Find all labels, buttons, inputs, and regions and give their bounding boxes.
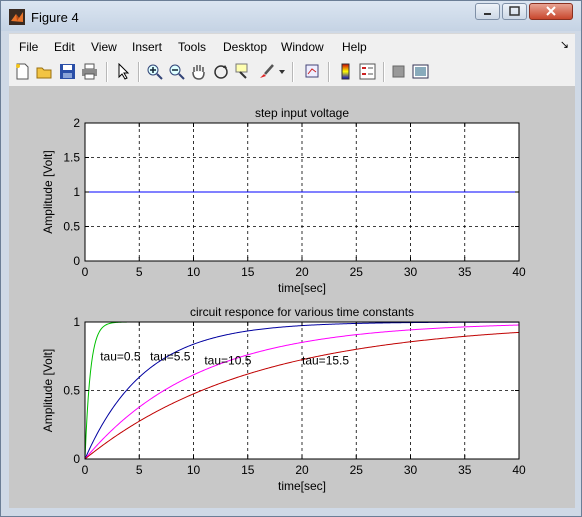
zoom-out-icon[interactable] (168, 63, 185, 80)
menu-file[interactable]: File (19, 40, 38, 54)
brush-dropdown-icon[interactable] (277, 63, 287, 80)
dock-arrow-icon[interactable]: ↘ (560, 38, 569, 51)
maximize-button[interactable] (502, 3, 527, 20)
x-tick-label: 20 (295, 265, 309, 279)
save-icon[interactable] (59, 63, 76, 80)
menu-insert[interactable]: Insert (132, 40, 162, 54)
x-tick-label: 30 (404, 265, 418, 279)
y-tick-label: 0 (73, 452, 80, 466)
legend-icon[interactable] (359, 63, 376, 80)
link-plot-icon[interactable] (304, 63, 321, 80)
title-bar[interactable]: Figure 4 (1, 1, 581, 31)
matlab-logo-icon (9, 9, 25, 25)
x-tick-label: 35 (458, 463, 472, 477)
x-tick-label: 10 (187, 463, 201, 477)
toolbar-separator (292, 62, 294, 82)
zoom-in-icon[interactable] (146, 63, 163, 80)
y-tick-label: 0.5 (63, 384, 80, 398)
y-axis-label: Amplitude [Volt] (41, 150, 55, 233)
x-tick-label: 40 (512, 463, 526, 477)
tau-annotation: tau=0.5 (100, 349, 141, 363)
pan-hand-icon[interactable] (190, 63, 207, 80)
show-plot-tools-icon[interactable] (412, 63, 429, 80)
x-tick-label: 5 (136, 463, 143, 477)
toolbar-separator (383, 62, 385, 82)
x-tick-label: 25 (350, 463, 364, 477)
toolbar-separator (138, 62, 140, 82)
open-file-icon[interactable] (36, 63, 53, 80)
y-tick-label: 2 (73, 116, 80, 130)
x-tick-label: 20 (295, 463, 309, 477)
hide-plot-tools-icon[interactable] (390, 63, 407, 80)
x-tick-label: 35 (458, 265, 472, 279)
minimize-icon (484, 13, 491, 15)
print-icon[interactable] (81, 63, 98, 80)
menu-help[interactable]: Help (342, 40, 367, 54)
y-tick-label: 1 (73, 185, 80, 199)
figure-window: Figure 4 File Edit View Insert Tools Des… (0, 0, 582, 517)
menu-tools[interactable]: Tools (178, 40, 206, 54)
toolbar-separator (328, 62, 330, 82)
axes-1: 0 5 10 15 20 25 30 35 40 0 0.5 1 1.5 2 step input volt… (41, 106, 526, 295)
axes-2: 0 5 10 15 20 25 30 35 40 0 0.5 1 circuit responce fo… (41, 305, 526, 493)
brush-icon[interactable] (258, 63, 275, 80)
x-tick-label: 0 (82, 265, 89, 279)
new-figure-icon[interactable] (14, 63, 31, 80)
tau-annotation: tau=5.5 (150, 349, 191, 363)
x-tick-label: 10 (187, 265, 201, 279)
minimize-button[interactable] (475, 3, 500, 20)
x-tick-label: 30 (404, 463, 418, 477)
tau-annotation: tau=15.5 (302, 353, 349, 367)
tau-annotation: tau=10.5 (204, 353, 251, 367)
close-icon (546, 6, 556, 16)
x-tick-label: 25 (350, 265, 364, 279)
y-axis-label: Amplitude [Volt] (41, 349, 55, 432)
x-tick-label: 0 (82, 463, 89, 477)
y-tick-label: 1.5 (63, 151, 80, 165)
window-title: Figure 4 (31, 10, 79, 25)
x-axis-label: time[sec] (278, 479, 326, 493)
x-tick-label: 40 (512, 265, 526, 279)
select-arrow-icon[interactable] (115, 63, 132, 80)
menu-bar: File Edit View Insert Tools Desktop Wind… (9, 33, 575, 58)
menu-edit[interactable]: Edit (54, 40, 75, 54)
menu-view[interactable]: View (91, 40, 117, 54)
colorbar-icon[interactable] (337, 63, 354, 80)
y-tick-label: 0 (73, 254, 80, 268)
y-tick-label: 0.5 (63, 220, 80, 234)
menu-window[interactable]: Window (281, 40, 324, 54)
figure-canvas: 0 5 10 15 20 25 30 35 40 0 0.5 1 1.5 2 step input volt… (9, 87, 575, 508)
plots-svg: 0 5 10 15 20 25 30 35 4000.511.52step input volt… (41, 106, 526, 493)
close-button[interactable] (529, 3, 573, 20)
maximize-icon (509, 6, 520, 16)
toolbar (9, 58, 575, 87)
data-cursor-icon[interactable] (235, 63, 252, 80)
x-axis-label: time[sec] (278, 281, 326, 295)
x-tick-label: 5 (136, 265, 143, 279)
rotate-3d-icon[interactable] (213, 63, 230, 80)
axes-title: circuit responce for various time consta… (190, 305, 414, 319)
y-tick-label: 1 (73, 315, 80, 329)
x-tick-label: 15 (241, 463, 255, 477)
x-tick-label: 15 (241, 265, 255, 279)
menu-desktop[interactable]: Desktop (223, 40, 267, 54)
toolbar-separator (106, 62, 108, 82)
axes-title: step input voltage (255, 106, 349, 120)
